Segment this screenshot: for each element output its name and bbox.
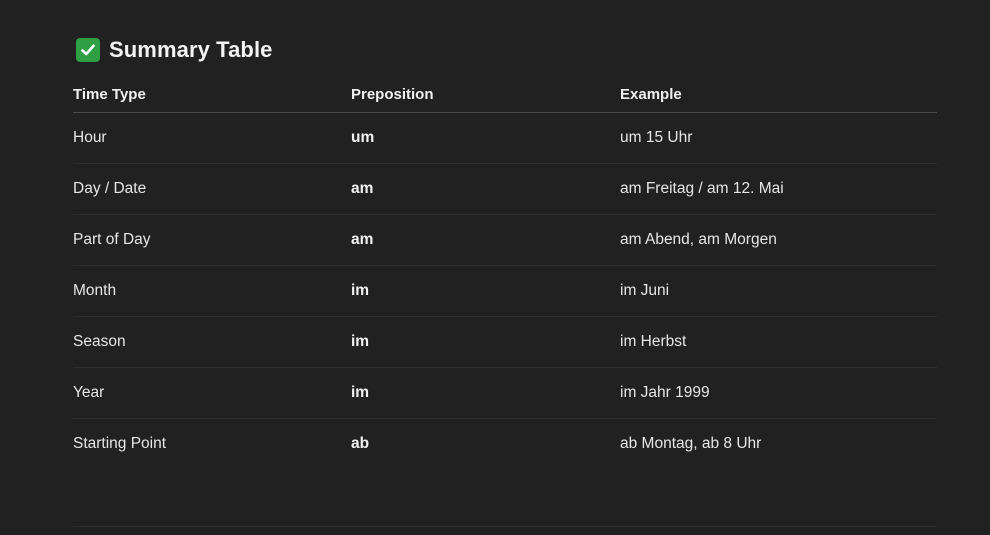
column-header-example: Example <box>620 76 937 113</box>
example-cell: am Abend, am Morgen <box>620 214 937 266</box>
time-type-cell: Starting Point <box>73 435 167 452</box>
section-title: Summary Table <box>109 37 273 62</box>
table-row: Hour um um 15 Uhr <box>73 112 937 164</box>
time-type-cell: Day / Date <box>73 163 351 215</box>
example-cell: im Juni <box>620 265 937 317</box>
section-heading: Summary Table <box>76 36 273 64</box>
table-body: Hour um um 15 Uhr Day / Date am am Freit… <box>73 112 937 470</box>
column-header-time-type: Time Type <box>73 76 351 113</box>
preposition-cell: im <box>351 367 620 419</box>
preposition-cell: ab <box>351 435 370 452</box>
example-cell: ab Montag, ab 8 Uhr <box>620 435 762 452</box>
preposition-cell: am <box>351 163 620 215</box>
table-row: Year im im Jahr 1999 <box>73 367 937 419</box>
preposition-cell: am <box>351 214 620 266</box>
preposition-cell: im <box>351 316 620 368</box>
time-type-cell: Year <box>73 367 351 419</box>
table-row: Month im im Juni <box>73 265 937 317</box>
example-cell: im Jahr 1999 <box>620 367 937 419</box>
example-cell: im Herbst <box>620 316 937 368</box>
check-mark-button-icon <box>76 38 100 62</box>
table-row: Day / Date am am Freitag / am 12. Mai <box>73 163 937 215</box>
table-row: Season im im Herbst <box>73 316 937 368</box>
table-header: Time Type Preposition Example <box>73 76 937 113</box>
summary-table: Time Type Preposition Example Hour um um… <box>73 76 937 469</box>
table-row: Part of Day am am Abend, am Morgen <box>73 214 937 266</box>
section-divider <box>73 526 937 527</box>
preposition-cell: um <box>351 112 620 164</box>
time-type-cell: Hour <box>73 112 351 164</box>
time-type-cell: Month <box>73 265 351 317</box>
preposition-cell: im <box>351 265 620 317</box>
example-cell: um 15 Uhr <box>620 112 937 164</box>
table-row: Starting Point ab ab Montag, ab 8 Uhr <box>73 419 937 470</box>
time-type-cell: Season <box>73 316 351 368</box>
column-header-preposition: Preposition <box>351 76 620 113</box>
table-header-row: Time Type Preposition Example <box>73 76 937 113</box>
example-cell: am Freitag / am 12. Mai <box>620 163 937 215</box>
time-type-cell: Part of Day <box>73 214 351 266</box>
chat-response-content: Summary Table Time Type Preposition Exam… <box>0 0 990 535</box>
